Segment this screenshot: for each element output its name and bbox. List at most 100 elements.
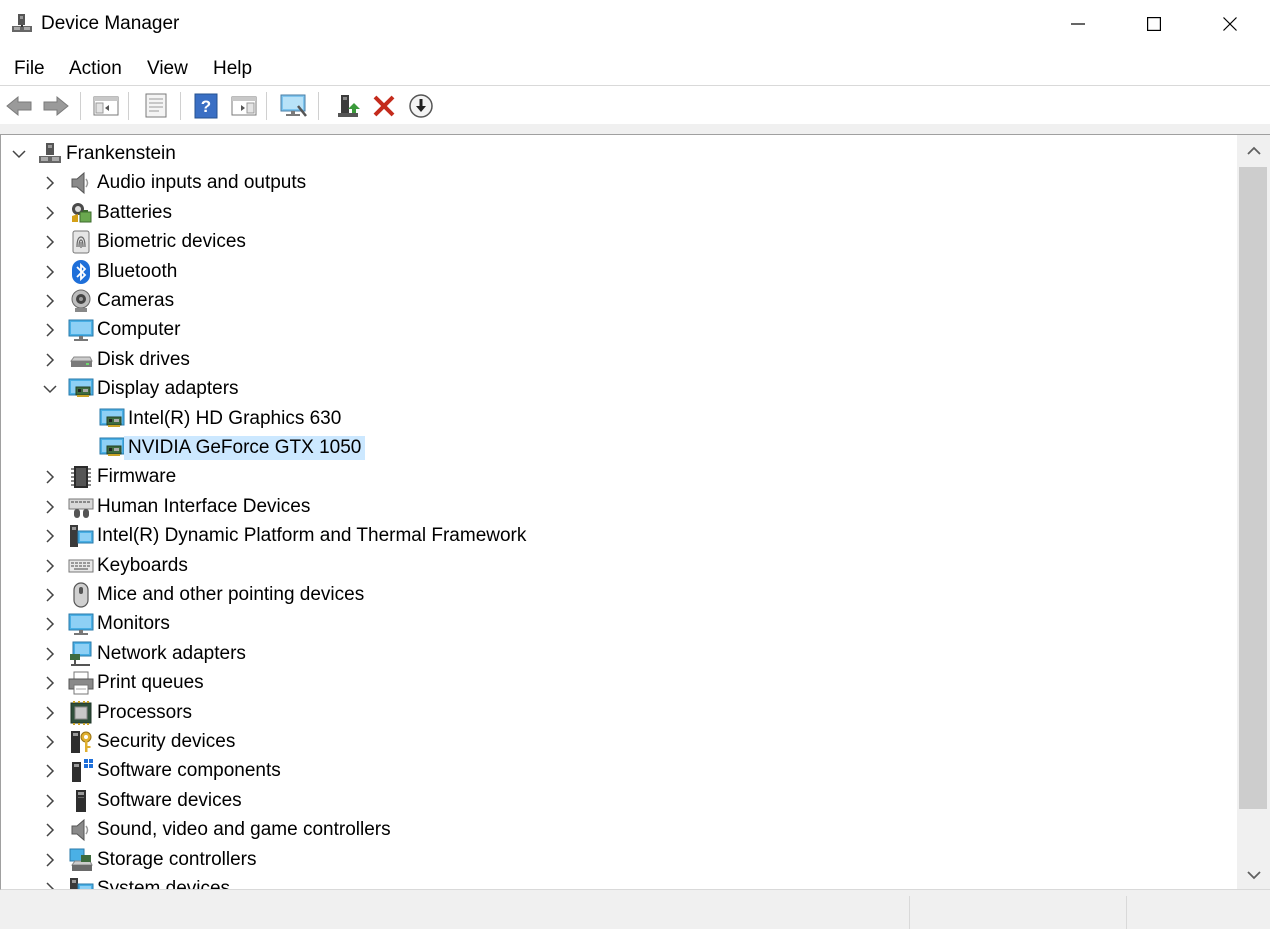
scrollbar-thumb[interactable] — [1239, 167, 1267, 809]
menu-view[interactable]: View — [147, 58, 188, 80]
tree-category-item[interactable]: Computer — [1, 315, 1237, 344]
chevron-right-icon[interactable] — [42, 881, 58, 890]
tree-category-item[interactable]: Audio inputs and outputs — [1, 168, 1237, 197]
chevron-down-icon[interactable] — [11, 146, 27, 162]
tree-category-item[interactable]: Display adapters — [1, 374, 1237, 403]
tree-item-label: Sound, video and game controllers — [97, 819, 391, 841]
forward-icon — [43, 95, 69, 117]
tree-item-label: Storage controllers — [97, 848, 257, 870]
chevron-right-icon[interactable] — [42, 205, 58, 221]
tree-category-item[interactable]: Network adapters — [1, 639, 1237, 668]
tree-item-label: Frankenstein — [66, 143, 176, 164]
tree-category-item[interactable]: Print queues — [1, 668, 1237, 697]
device-manager-icon — [12, 14, 32, 32]
menu-action[interactable]: Action — [69, 58, 122, 80]
close-button[interactable] — [1192, 0, 1268, 48]
tree-category-item[interactable]: Keyboards — [1, 551, 1237, 580]
disable-device-button[interactable] — [405, 90, 437, 122]
svg-text:?: ? — [201, 97, 211, 116]
tree-category-item[interactable]: Disk drives — [1, 345, 1237, 374]
tree-item-label: Keyboards — [97, 554, 188, 576]
chevron-right-icon[interactable] — [42, 616, 58, 632]
chevron-right-icon[interactable] — [42, 499, 58, 515]
tree-category-item[interactable]: Software components — [1, 756, 1237, 785]
scroll-down-button[interactable] — [1237, 859, 1270, 889]
tree-item-label: Disk drives — [97, 348, 190, 370]
tree-item-label: Processors — [97, 701, 193, 723]
show-hide-console-tree-icon — [93, 96, 119, 116]
chevron-right-icon[interactable] — [42, 646, 58, 662]
chevron-right-icon[interactable] — [42, 852, 58, 868]
chevron-right-icon[interactable] — [42, 469, 58, 485]
chevron-right-icon[interactable] — [42, 264, 58, 280]
toolbar-separator — [318, 92, 319, 120]
disk-drive-icon — [70, 356, 93, 367]
tree-category-item[interactable]: Bluetooth — [1, 257, 1237, 286]
tree-category-item[interactable]: Batteries — [1, 198, 1237, 227]
chevron-right-icon[interactable] — [42, 675, 58, 691]
help-button[interactable]: ? — [190, 90, 222, 122]
tree-category-item[interactable]: Monitors — [1, 609, 1237, 638]
update-driver-button[interactable] — [332, 90, 364, 122]
menu-help[interactable]: Help — [213, 58, 252, 80]
tree-category-item[interactable]: Sound, video and game controllers — [1, 815, 1237, 844]
chevron-right-icon[interactable] — [42, 558, 58, 574]
software-component-icon — [72, 759, 93, 783]
tree-device-item[interactable]: Intel(R) HD Graphics 630 — [1, 404, 1237, 433]
tree-category-item[interactable]: Security devices — [1, 727, 1237, 756]
tree-root-item[interactable]: Frankenstein — [1, 139, 1237, 168]
keyboard-icon — [68, 559, 94, 573]
update-driver-icon — [338, 95, 360, 117]
chevron-right-icon[interactable] — [42, 734, 58, 750]
scan-hardware-button[interactable] — [278, 90, 310, 122]
tree-item-label: System devices — [97, 878, 231, 890]
chevron-down-icon[interactable] — [42, 381, 58, 397]
tree-device-item-selected[interactable]: NVIDIA GeForce GTX 1050 — [1, 433, 1237, 462]
tree-category-item[interactable]: Cameras — [1, 286, 1237, 315]
chevron-right-icon[interactable] — [42, 763, 58, 779]
tree-category-item[interactable]: Biometric devices — [1, 227, 1237, 256]
maximize-button[interactable] — [1116, 0, 1192, 48]
display-adapter-icon — [99, 408, 125, 427]
chevron-right-icon[interactable] — [42, 822, 58, 838]
tree-category-item[interactable]: Human Interface Devices — [1, 492, 1237, 521]
scroll-up-button[interactable] — [1237, 135, 1270, 167]
chevron-right-icon[interactable] — [42, 793, 58, 809]
battery-icon — [72, 202, 92, 223]
minimize-button[interactable] — [1040, 0, 1116, 48]
tree-item-label: Print queues — [97, 672, 204, 694]
device-tree[interactable]: Frankenstein Audio inputs and outputs Batt… — [1, 135, 1237, 890]
chevron-right-icon[interactable] — [42, 234, 58, 250]
tree-category-item[interactable]: System devices — [1, 874, 1237, 890]
camera-icon — [71, 289, 91, 312]
chevron-right-icon[interactable] — [42, 293, 58, 309]
tree-category-item[interactable]: Intel(R) Dynamic Platform and Thermal Fr… — [1, 521, 1237, 550]
tree-item-label: Biometric devices — [97, 231, 246, 253]
tree-category-item[interactable]: Processors — [1, 698, 1237, 727]
tree-item-label: Security devices — [97, 731, 236, 752]
properties-button[interactable] — [140, 90, 172, 122]
chevron-right-icon[interactable] — [42, 705, 58, 721]
back-button[interactable] — [3, 90, 35, 122]
tree-item-label: Software devices — [97, 789, 242, 811]
vertical-scrollbar[interactable] — [1237, 135, 1270, 889]
tree-category-item[interactable]: Firmware — [1, 462, 1237, 491]
display-adapter-icon — [68, 378, 94, 398]
forward-button[interactable] — [40, 90, 72, 122]
tree-item-label: Network adapters — [97, 642, 246, 664]
uninstall-device-button[interactable] — [368, 90, 400, 122]
device-tree-pane: Frankenstein Audio inputs and outputs Batt… — [0, 134, 1270, 890]
chevron-right-icon[interactable] — [42, 175, 58, 191]
show-hide-console-tree-button[interactable] — [90, 90, 122, 122]
software-device-icon — [76, 789, 86, 812]
menu-file[interactable]: File — [14, 58, 45, 80]
show-action-pane-button[interactable] — [228, 90, 260, 122]
chevron-right-icon[interactable] — [42, 352, 58, 368]
tree-category-item[interactable]: Software devices — [1, 786, 1237, 815]
chevron-right-icon[interactable] — [42, 587, 58, 603]
bluetooth-icon — [72, 259, 90, 284]
tree-category-item[interactable]: Mice and other pointing devices — [1, 580, 1237, 609]
chevron-right-icon[interactable] — [42, 322, 58, 338]
chevron-right-icon[interactable] — [42, 528, 58, 544]
tree-category-item[interactable]: Storage controllers — [1, 845, 1237, 874]
